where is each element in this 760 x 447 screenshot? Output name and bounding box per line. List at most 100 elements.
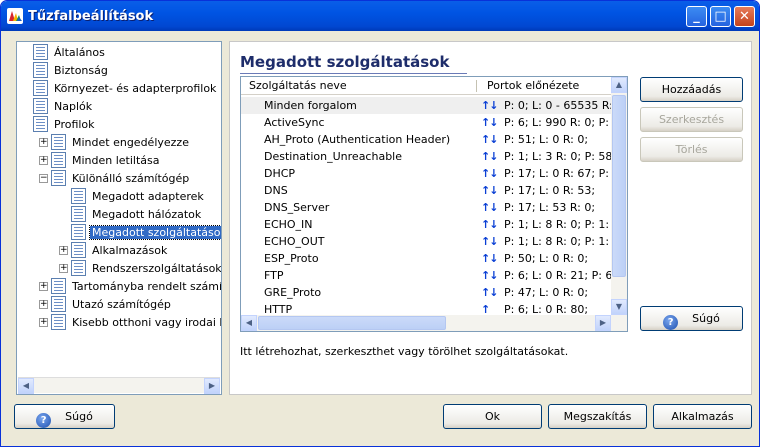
tree-item[interactable]: Megadott adapterek (71, 188, 206, 206)
settings-page-icon (71, 242, 86, 258)
panel-help-button[interactable]: ? Súgó (640, 306, 743, 331)
table-row[interactable]: Minden forgalom ↑↓ P: 0; L: 0 - 65535 R: 0 (241, 97, 613, 114)
list-header: Szolgáltatás neve Portok előnézete (241, 77, 613, 95)
tree-item[interactable]: Minden letiltása (51, 152, 162, 170)
service-name: DNS (264, 184, 288, 197)
minimize-button[interactable]: _ (686, 6, 707, 27)
tree-expander-icon[interactable]: + (59, 246, 68, 255)
avg-app-icon (7, 8, 23, 24)
scroll-left-icon[interactable]: ◀ (241, 315, 257, 331)
ok-button[interactable]: Ok (443, 404, 542, 429)
tree-item[interactable]: Tartományba rendelt számítógép (51, 278, 221, 296)
direction-arrows-icon: ↑↓ (481, 116, 498, 129)
tree-item[interactable]: Rendszerszolgáltatások (71, 260, 222, 278)
scroll-down-icon[interactable]: ▼ (611, 299, 627, 315)
cancel-button[interactable]: Megszakítás (548, 404, 647, 429)
settings-tree[interactable]: Általános Biztonság Környezet- és adapterp… (16, 41, 222, 395)
tree-item[interactable]: Kisebb otthoni vagy irodai hálózat (51, 314, 221, 332)
close-button[interactable]: ✕ (734, 6, 755, 27)
table-row[interactable]: ESP_Proto ↑↓ P: 50; L: 0 R: 0; (241, 250, 613, 267)
settings-page-icon (33, 44, 48, 60)
column-separator[interactable] (476, 80, 477, 92)
tree-item-label: Minden letiltása (72, 154, 160, 167)
scroll-left-icon[interactable]: ◀ (18, 378, 34, 394)
tree-expander-icon[interactable]: + (39, 138, 48, 147)
table-row[interactable]: FTP ↑↓ P: 6; L: 0 R: 21; P: 6: (241, 267, 613, 284)
table-row[interactable]: DHCP ↑↓ P: 17; L: 0 R: 67; P: 1 (241, 165, 613, 182)
tree-item[interactable]: Különálló számítógép (51, 170, 191, 188)
horizontal-scroll-thumb[interactable] (258, 316, 446, 330)
column-header-name[interactable]: Szolgáltatás neve (241, 77, 347, 95)
ports-preview: P: 1; L: 3 R: 0; P: 58: (504, 150, 613, 163)
services-list[interactable]: Szolgáltatás neve Portok előnézete Minde… (240, 76, 628, 332)
tree-item[interactable]: Mindet engedélyezze (51, 134, 191, 152)
tree-item-label: Biztonság (54, 64, 108, 77)
service-name: FTP (264, 269, 284, 282)
tree-item-label: Rendszerszolgáltatások (92, 262, 222, 275)
table-row[interactable]: AH_Proto (Authentication Header) ↑↓ P: 51;… (241, 131, 613, 148)
direction-arrows-icon: ↑↓ (481, 286, 498, 299)
table-row[interactable]: ECHO_IN ↑↓ P: 1; L: 8 R: 0; P: 1: I (241, 216, 613, 233)
service-name: Destination_Unreachable (264, 150, 402, 163)
direction-arrows-icon: ↑↓ (481, 99, 498, 112)
service-name: Minden forgalom (264, 99, 357, 112)
settings-page-icon (51, 296, 66, 312)
settings-page-icon (33, 98, 48, 114)
settings-page-icon (71, 188, 86, 204)
settings-page-icon (51, 314, 66, 330)
list-vertical-scrollbar[interactable]: ▲ ▼ (611, 77, 627, 315)
tree-expander-icon[interactable]: + (39, 282, 48, 291)
tree-item-label: Általános (54, 46, 105, 59)
list-horizontal-scrollbar[interactable]: ◀ ▶ (241, 315, 627, 331)
tree-expander-icon[interactable]: + (39, 300, 48, 309)
maximize-button[interactable]: □ (710, 6, 731, 27)
apply-button[interactable]: Alkalmazás (653, 404, 752, 429)
service-name: ActiveSync (264, 116, 325, 129)
column-header-ports[interactable]: Portok előnézete (479, 77, 579, 95)
help-button[interactable]: ? Súgó (14, 404, 115, 429)
ports-preview: P: 0; L: 0 - 65535 R: 0 (504, 99, 613, 112)
vertical-scroll-thumb[interactable] (612, 95, 626, 277)
edit-button[interactable]: Szerkesztés (640, 107, 743, 132)
table-row[interactable]: DNS ↑↓ P: 17; L: 0 R: 53; (241, 182, 613, 199)
tree-horizontal-scrollbar[interactable]: ◀ ▶ (18, 377, 220, 394)
table-row[interactable]: DNS_Server ↑↓ P: 17; L: 53 R: 0; (241, 199, 613, 216)
direction-arrows-icon: ↑↓ (481, 201, 498, 214)
ports-preview: P: 17; L: 53 R: 0; (504, 201, 596, 214)
table-row[interactable]: ActiveSync ↑↓ P: 6; L: 990 R: 0; P: 6 (241, 114, 613, 131)
scroll-right-icon[interactable]: ▶ (204, 378, 220, 394)
scroll-up-icon[interactable]: ▲ (611, 77, 627, 93)
direction-arrows-icon: ↑↓ (481, 252, 498, 265)
ports-preview: P: 1; L: 8 R: 0; P: 1: I (504, 235, 613, 248)
tree-item-label: Profilok (54, 118, 95, 131)
tree-expander-icon[interactable]: + (59, 264, 68, 273)
table-row[interactable]: ECHO_OUT ↑↓ P: 1; L: 8 R: 0; P: 1: I (241, 233, 613, 250)
title-bar[interactable]: Tűzfalbeállítások _ □ ✕ (1, 1, 759, 31)
services-panel: Megadott szolgáltatások Szolgáltatás nev… (229, 41, 752, 395)
settings-window: Tűzfalbeállítások _ □ ✕ Általános Biztons… (0, 0, 760, 447)
tree-item[interactable]: Utazó számítógép (51, 296, 173, 314)
tree-expander-icon[interactable]: + (39, 318, 48, 327)
table-row[interactable]: GRE_Proto ↑↓ P: 47; L: 0 R: 0; (241, 284, 613, 301)
table-row[interactable]: Destination_Unreachable ↑↓ P: 1; L: 3 R: 0… (241, 148, 613, 165)
tree-expander-icon[interactable]: − (39, 174, 48, 183)
service-name: DHCP (264, 167, 296, 180)
tree-item[interactable]: Általános (33, 44, 107, 62)
tree-item[interactable]: Környezet- és adapterprofilok (33, 80, 218, 98)
add-button[interactable]: Hozzáadás (640, 77, 743, 102)
tree-item-label: Különálló számítógép (72, 172, 190, 185)
tree-expander-icon[interactable]: + (39, 156, 48, 165)
settings-page-icon (33, 80, 48, 96)
tree-item[interactable]: Naplók (33, 98, 94, 116)
tree-item[interactable]: Alkalmazások (71, 242, 169, 260)
scroll-right-icon[interactable]: ▶ (595, 315, 611, 331)
delete-button[interactable]: Törlés (640, 137, 743, 162)
help-icon: ? (663, 315, 679, 330)
window-title: Tűzfalbeállítások (28, 9, 154, 24)
tree-item[interactable]: Megadott szolgáltatások (71, 224, 221, 242)
tree-item[interactable]: Biztonság (33, 62, 110, 80)
tree-item[interactable]: Megadott hálózatok (71, 206, 203, 224)
tree-item[interactable]: Profilok (33, 116, 97, 134)
settings-page-icon (33, 62, 48, 78)
ports-preview: P: 17; L: 0 R: 67; P: 1 (504, 167, 613, 180)
